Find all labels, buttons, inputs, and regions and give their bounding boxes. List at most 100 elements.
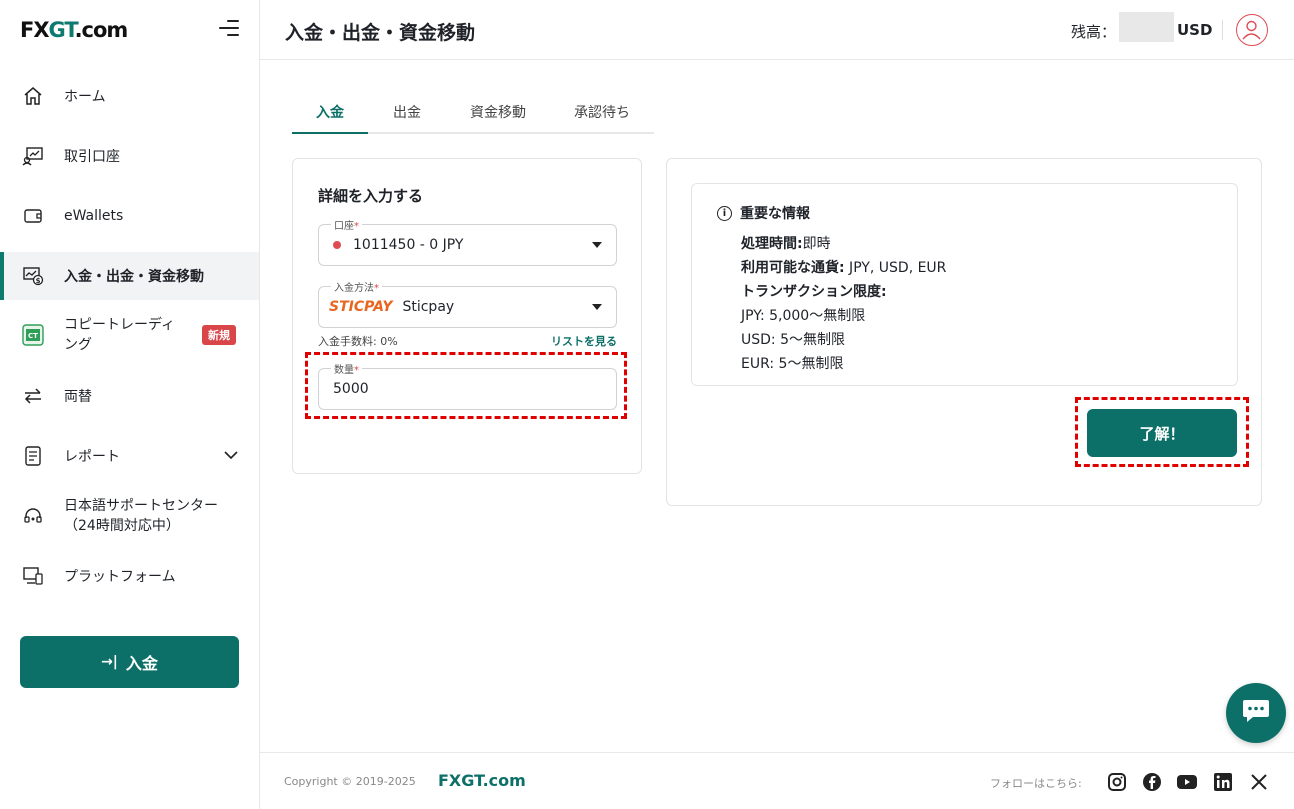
info-heading: i 重要な情報	[717, 203, 810, 223]
tab-withdraw[interactable]: 出金	[368, 92, 446, 132]
processing-label: 処理時間:	[741, 236, 803, 252]
chat-bubble-icon	[1241, 698, 1271, 728]
chat-button[interactable]	[1226, 683, 1286, 743]
trading-account-icon	[22, 145, 44, 167]
copyright-text: Copyright © 2019-2025	[284, 775, 416, 788]
info-icon: i	[717, 205, 732, 221]
footer: Copyright © 2019-2025 FXGT.com フォローはこちら:	[260, 752, 1294, 809]
footer-brand[interactable]: FXGT.com	[438, 771, 526, 790]
top-header: 入金・出金・資金移動 残高： USD	[260, 0, 1294, 60]
highlight-ok-button	[1075, 397, 1249, 467]
svg-text:CT: CT	[28, 332, 38, 340]
sidebar-item-support[interactable]: 日本語サポートセンター （24時間対応中）	[0, 492, 259, 540]
sidebar-item-label: 日本語サポートセンター （24時間対応中）	[64, 496, 218, 536]
tab-pending[interactable]: 承認待ち	[550, 92, 654, 132]
method-field-label: 入金方法*	[331, 279, 382, 294]
new-badge: 新規	[202, 325, 236, 345]
balance-value-masked	[1119, 12, 1174, 42]
facebook-icon[interactable]	[1141, 771, 1163, 793]
sidebar-item-deposit-withdraw[interactable]: $ 入金・出金・資金移動	[0, 252, 259, 300]
method-value-text: Sticpay	[402, 299, 455, 315]
balance-label: 残高：	[1071, 23, 1117, 41]
tab-transfer[interactable]: 資金移動	[446, 92, 550, 132]
sidebar-item-label: ホーム	[64, 89, 106, 105]
deposit-form-card: 詳細を入力する 口座* 1011450 - 0 JPY 入金方法* STICPA…	[292, 158, 642, 474]
tab-bar: 入金 出金 資金移動 承認待ち	[292, 92, 654, 134]
sidebar-item-label: レポート	[64, 449, 120, 465]
currencies-label: 利用可能な通貨:	[741, 260, 845, 276]
limits-line: トランザクション限度:	[741, 280, 946, 304]
payment-method-select[interactable]: 入金方法* STICPAY Sticpay	[318, 279, 617, 328]
youtube-icon[interactable]	[1176, 771, 1198, 793]
limits-label: トランザクション限度:	[741, 284, 887, 300]
sidebar-item-platform[interactable]: プラットフォーム	[0, 552, 259, 600]
support-label-line1: 日本語サポートセンター	[64, 498, 218, 514]
login-arrow-icon: →|	[101, 654, 118, 670]
copy-trading-label-line1: コピートレーディ	[64, 317, 176, 333]
sidebar-item-home[interactable]: ホーム	[0, 72, 259, 120]
copy-trading-label-line2: ング	[64, 337, 92, 353]
linkedin-icon[interactable]	[1212, 771, 1234, 793]
sidebar: FXGT.com ホーム 取引口座 eWallets $ 入金・出金・資金移動 …	[0, 0, 260, 809]
highlight-amount-box	[305, 352, 627, 419]
sidebar-item-trading-accounts[interactable]: 取引口座	[0, 132, 259, 180]
support-label-line2: （24時間対応中）	[64, 518, 180, 534]
important-info-box: i 重要な情報 処理時間:即時 利用可能な通貨: JPY, USD, EUR ト…	[691, 183, 1238, 386]
sidebar-item-label: 取引口座	[64, 149, 120, 165]
deposit-button-label: 入金	[125, 654, 158, 673]
limit-eur: EUR: 5〜無制限	[741, 356, 844, 372]
required-mark: *	[354, 221, 359, 232]
processing-line: 処理時間:即時	[741, 232, 946, 256]
fee-list-link[interactable]: リストを見る	[551, 333, 617, 349]
support-headset-icon	[22, 505, 44, 527]
sidebar-item-label: 入金・出金・資金移動	[64, 269, 204, 285]
sidebar-item-ewallets[interactable]: eWallets	[0, 192, 259, 240]
info-heading-text: 重要な情報	[740, 206, 810, 222]
header-divider	[1222, 20, 1223, 40]
limit-usd: USD: 5〜無制限	[741, 332, 845, 348]
platform-icon	[22, 565, 44, 587]
account-label-text: 口座	[334, 221, 354, 232]
wallet-icon	[22, 205, 44, 227]
instagram-icon[interactable]	[1106, 771, 1128, 793]
sidebar-item-label: eWallets	[64, 208, 124, 224]
sidebar-item-copy-trading[interactable]: CT コピートレーディ ング 新規	[0, 311, 259, 359]
dropdown-caret-icon	[592, 304, 602, 310]
limit-jpy: JPY: 5,000〜無制限	[741, 308, 866, 324]
account-select[interactable]: 口座* 1011450 - 0 JPY	[318, 217, 617, 266]
exchange-icon	[22, 385, 44, 407]
processing-value: 即時	[802, 236, 831, 252]
svg-text:$: $	[36, 277, 41, 285]
sidebar-item-label: 両替	[64, 389, 92, 405]
x-icon[interactable]	[1248, 771, 1270, 793]
sidebar-item-exchange[interactable]: 両替	[0, 372, 259, 420]
user-avatar-icon[interactable]	[1236, 14, 1268, 46]
copy-trading-icon: CT	[22, 324, 44, 346]
sidebar-item-report[interactable]: レポート	[0, 432, 259, 480]
fxgt-logo[interactable]: FXGT.com	[20, 18, 128, 42]
home-icon	[22, 85, 44, 107]
sidebar-item-label: コピートレーディ ング	[64, 315, 175, 355]
account-field-label: 口座*	[331, 217, 362, 232]
required-mark: *	[374, 283, 379, 294]
method-value: STICPAY Sticpay	[329, 299, 455, 315]
fee-text: 入金手数料: 0%	[318, 335, 398, 348]
deposit-withdraw-icon: $	[22, 265, 44, 287]
chevron-down-icon[interactable]	[224, 448, 238, 464]
currencies-value: JPY, USD, EUR	[844, 260, 947, 276]
form-title: 詳細を入力する	[318, 187, 424, 205]
sticpay-logo: STICPAY	[329, 299, 393, 315]
sidebar-deposit-button[interactable]: →| 入金	[20, 636, 239, 688]
balance-currency: USD	[1177, 21, 1213, 39]
fee-row: 入金手数料: 0% リストを見る	[318, 333, 617, 349]
info-lines: 処理時間:即時 利用可能な通貨: JPY, USD, EUR トランザクション限…	[741, 232, 946, 376]
account-status-dot	[333, 241, 341, 249]
method-label-text: 入金方法	[334, 283, 374, 294]
account-value: 1011450 - 0 JPY	[333, 237, 463, 253]
menu-toggle-icon[interactable]	[219, 20, 239, 40]
report-icon	[22, 445, 44, 467]
sidebar-item-label: プラットフォーム	[64, 569, 176, 585]
tab-deposit[interactable]: 入金	[292, 92, 368, 134]
follow-label: フォローはこちら:	[990, 777, 1082, 790]
account-value-text: 1011450 - 0 JPY	[353, 237, 464, 253]
